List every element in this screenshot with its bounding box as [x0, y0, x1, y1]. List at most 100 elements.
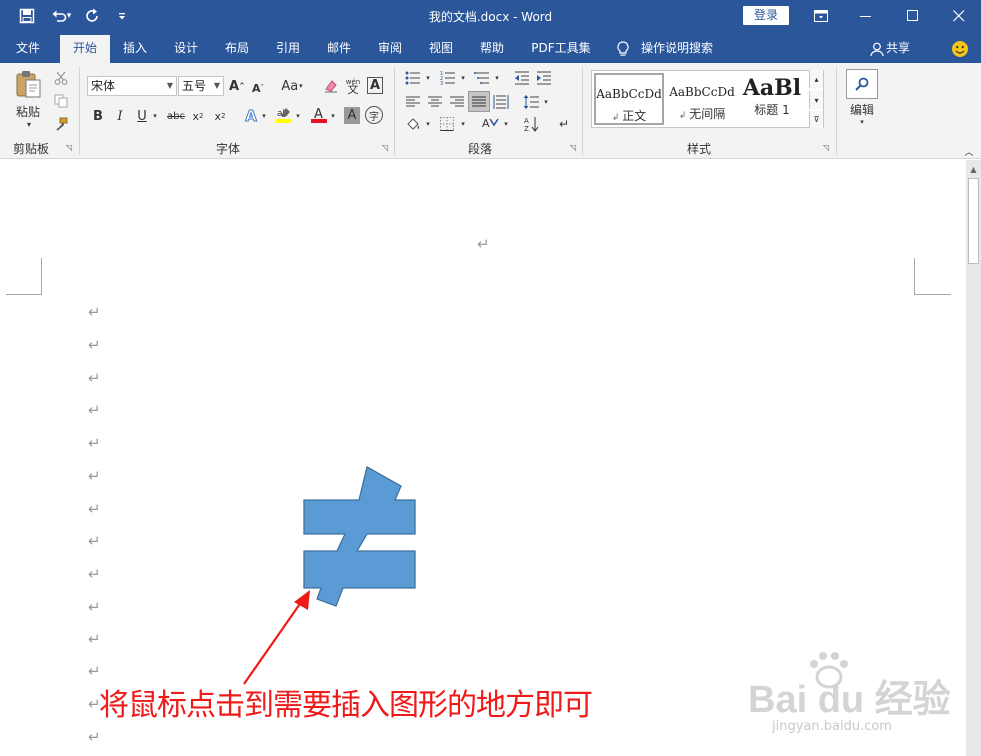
svg-text:Z: Z: [524, 125, 529, 132]
font-color-dropdown-icon[interactable]: ▾: [328, 109, 338, 123]
editing-button-label[interactable]: 编辑: [843, 101, 881, 117]
multilevel-list-icon[interactable]: [473, 70, 491, 86]
bullets-icon[interactable]: [404, 70, 422, 86]
ribbon-display-options-icon[interactable]: [806, 5, 836, 27]
align-center-icon[interactable]: [426, 94, 444, 110]
font-launcher-icon[interactable]: ◹: [382, 143, 388, 152]
styles-more-icon[interactable]: ⊽: [809, 111, 823, 128]
style-normal[interactable]: AaBbCcDd ↲ 正文: [594, 73, 664, 125]
annotation-arrow: [243, 590, 310, 685]
tab-view[interactable]: 视图: [420, 33, 462, 63]
style-heading-1[interactable]: AaBl 标题 1: [740, 73, 804, 125]
ribbon-tab-bar: 文件 开始 插入 设计 布局 引用 邮件 审阅 视图 帮助 PDF工具集 操作说…: [0, 33, 981, 65]
cut-icon[interactable]: [52, 69, 70, 87]
font-group-label: 字体: [215, 142, 240, 156]
shading-dropdown-icon[interactable]: ▾: [424, 117, 432, 131]
character-shading-icon[interactable]: A: [344, 107, 360, 124]
paste-dropdown-icon[interactable]: ▾: [22, 119, 36, 129]
align-right-icon[interactable]: [448, 94, 466, 110]
underline-icon[interactable]: U: [134, 107, 150, 125]
group-separator: [582, 67, 583, 155]
bullets-dropdown-icon[interactable]: ▾: [424, 71, 432, 85]
font-name-dropdown[interactable]: 宋体 ▼: [87, 76, 177, 96]
font-size-dropdown[interactable]: 五号 ▼: [178, 76, 224, 96]
increase-indent-icon[interactable]: [535, 70, 553, 86]
numbering-dropdown-icon[interactable]: ▾: [459, 71, 467, 85]
strikethrough-icon[interactable]: abc: [166, 107, 186, 125]
tell-me-search[interactable]: 操作说明搜索: [641, 33, 721, 63]
sort-icon[interactable]: AZ: [522, 115, 542, 133]
paste-icon[interactable]: [12, 69, 46, 99]
collapse-ribbon-icon[interactable]: ︿: [963, 145, 975, 158]
bold-icon[interactable]: B: [90, 107, 106, 125]
margin-corner-top-left: [6, 258, 42, 295]
justify-icon[interactable]: [468, 91, 490, 112]
text-effects-dropdown-icon[interactable]: ▾: [259, 109, 269, 123]
ribbon: 粘贴 ▾ 剪贴板 ◹ 宋体 ▼ 五号 ▼ A ^ Aˇ Aa ▾ wén 文 A B I …: [0, 63, 981, 159]
tab-review[interactable]: 审阅: [369, 33, 411, 63]
lightbulb-icon[interactable]: [614, 40, 632, 58]
multilevel-dropdown-icon[interactable]: ▾: [493, 71, 501, 85]
share-button[interactable]: 共享: [886, 33, 916, 63]
character-border-icon[interactable]: A: [367, 77, 383, 94]
styles-launcher-icon[interactable]: ◹: [823, 143, 829, 152]
shrink-font-icon[interactable]: Aˇ: [250, 78, 266, 98]
smiley-feedback-icon[interactable]: [950, 39, 970, 59]
clipboard-launcher-icon[interactable]: ◹: [66, 143, 72, 152]
line-spacing-dropdown-icon[interactable]: ▾: [542, 95, 550, 109]
clear-formatting-icon[interactable]: [322, 76, 340, 96]
italic-icon[interactable]: I: [112, 107, 128, 125]
vertical-scrollbar[interactable]: ▲: [966, 160, 981, 756]
show-formatting-marks-icon[interactable]: ↵: [556, 115, 572, 133]
paste-button-label[interactable]: 粘贴: [10, 103, 46, 119]
tab-design[interactable]: 设计: [165, 33, 207, 63]
change-case-button[interactable]: Aa ▾: [279, 76, 305, 96]
borders-icon[interactable]: [438, 115, 456, 133]
tab-references[interactable]: 引用: [267, 33, 309, 63]
close-icon[interactable]: [944, 5, 974, 27]
distributed-icon[interactable]: [492, 94, 510, 110]
phonetic-guide-icon[interactable]: wén 文: [344, 76, 362, 96]
text-effects-icon[interactable]: A: [243, 107, 259, 126]
numbering-icon[interactable]: 123: [439, 70, 457, 86]
styles-scroll-down-icon[interactable]: ▾: [809, 91, 823, 109]
scrollbar-thumb[interactable]: [968, 178, 979, 264]
not-equal-shape-path[interactable]: [303, 466, 416, 607]
styles-scroll-up-icon[interactable]: ▴: [809, 70, 823, 88]
tab-pdf-tools[interactable]: PDF工具集: [522, 33, 600, 63]
tab-layout[interactable]: 布局: [216, 33, 258, 63]
grow-font-icon[interactable]: A ^: [229, 76, 245, 96]
minimize-icon[interactable]: [851, 5, 881, 27]
decrease-indent-icon[interactable]: [513, 70, 531, 86]
tab-help[interactable]: 帮助: [471, 33, 513, 63]
tab-insert[interactable]: 插入: [114, 33, 156, 63]
asian-layout-dropdown-icon[interactable]: ▾: [502, 117, 510, 131]
login-button[interactable]: 登录: [743, 6, 789, 25]
highlight-dropdown-icon[interactable]: ▾: [293, 109, 303, 123]
asian-layout-icon[interactable]: A: [481, 115, 501, 133]
borders-dropdown-icon[interactable]: ▾: [459, 117, 467, 131]
align-left-icon[interactable]: [404, 94, 422, 110]
scroll-up-icon[interactable]: ▲: [968, 163, 979, 175]
not-equal-shape[interactable]: [300, 464, 420, 624]
search-icon[interactable]: [846, 69, 878, 99]
style-no-spacing[interactable]: AaBbCcDd ↲ 无间隔: [667, 73, 737, 125]
format-painter-icon[interactable]: [52, 115, 70, 133]
shading-icon[interactable]: [404, 115, 422, 133]
tab-mailings[interactable]: 邮件: [318, 33, 360, 63]
paragraph-mark: ↵: [88, 565, 101, 583]
highlight-icon[interactable]: ab: [274, 105, 294, 125]
maximize-icon[interactable]: [898, 5, 928, 27]
copy-icon[interactable]: [52, 92, 70, 110]
tab-home[interactable]: 开始: [60, 35, 110, 65]
enclose-characters-icon[interactable]: 字: [365, 106, 383, 124]
paragraph-launcher-icon[interactable]: ◹: [570, 143, 576, 152]
superscript-icon[interactable]: x2: [212, 107, 228, 125]
underline-dropdown-icon[interactable]: ▾: [150, 109, 160, 123]
subscript-icon[interactable]: x2: [190, 107, 206, 125]
editing-dropdown-icon[interactable]: ▾: [855, 117, 869, 127]
tab-file[interactable]: 文件: [6, 33, 50, 63]
font-color-icon[interactable]: A: [309, 105, 329, 125]
line-spacing-icon[interactable]: [522, 94, 540, 110]
person-icon[interactable]: [868, 40, 886, 58]
